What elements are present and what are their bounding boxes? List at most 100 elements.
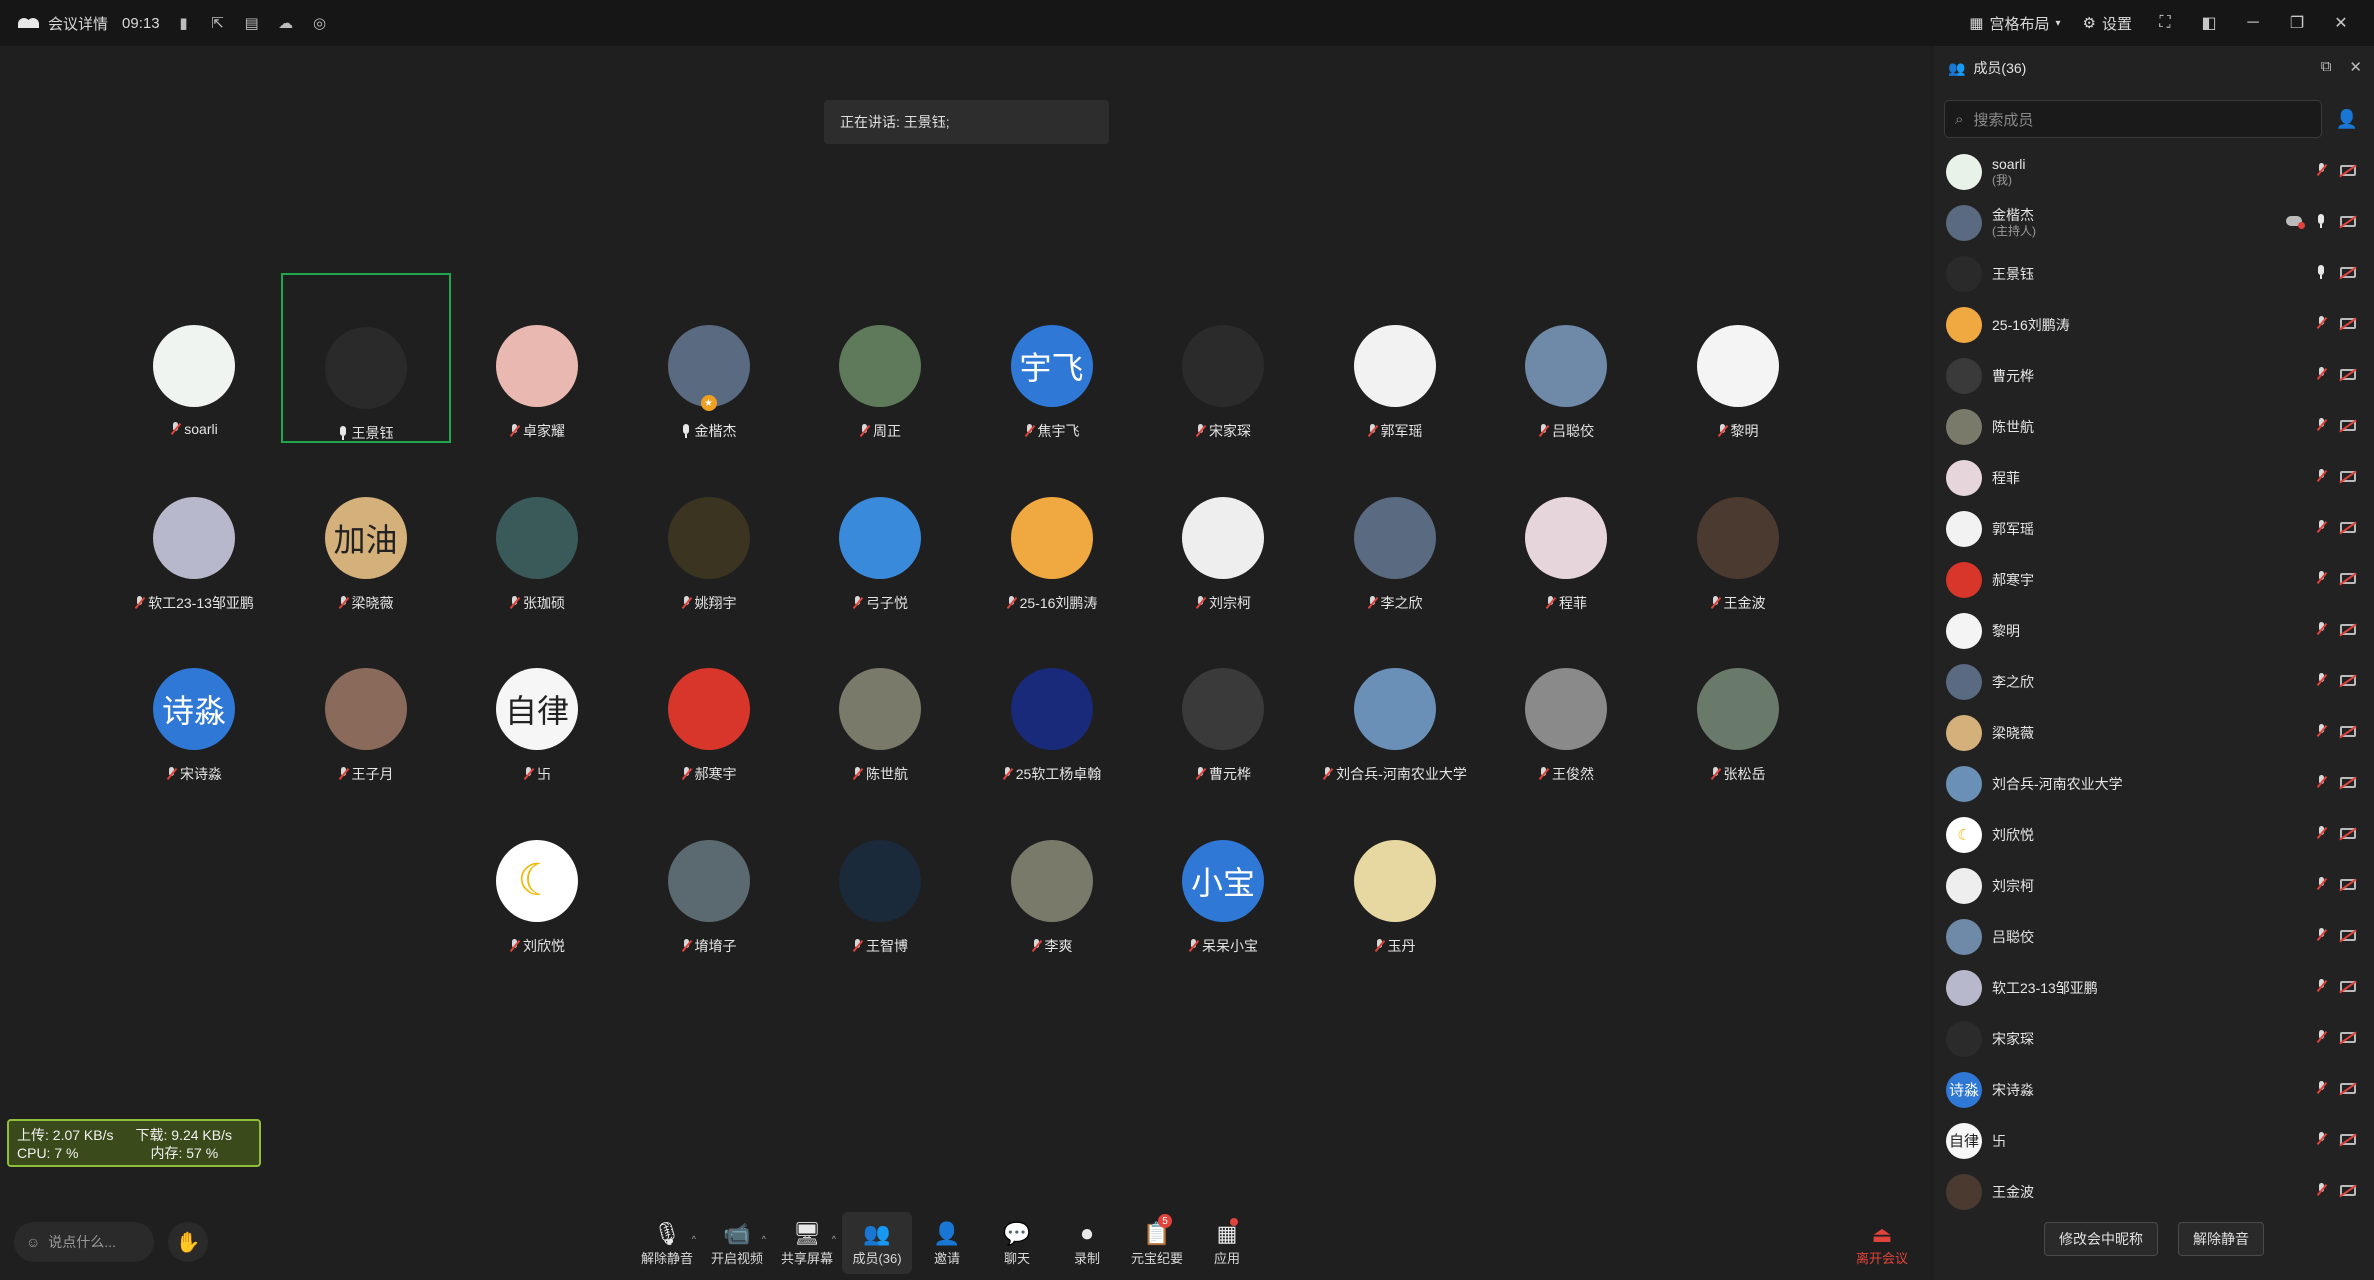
member-row[interactable]: 刘合兵-河南农业大学 — [1934, 758, 2374, 809]
toolbar-button[interactable]: 👥 成员(36) — [842, 1212, 912, 1274]
mic-muted-icon[interactable] — [2316, 622, 2326, 636]
participant-tile[interactable]: 卓家耀 — [452, 273, 622, 443]
member-row[interactable]: 宋家琛 — [1934, 1013, 2374, 1064]
member-search-input[interactable]: ⌕ 搜索成员 — [1944, 100, 2322, 138]
mic-muted-icon[interactable] — [2316, 1030, 2326, 1044]
participant-tile[interactable]: 堉堉子 — [624, 788, 794, 958]
mic-muted-icon[interactable] — [2316, 877, 2326, 891]
participant-tile[interactable]: ★ 金楷杰 — [624, 273, 794, 443]
toolbar-button[interactable]: 🖥 共享屏幕 ^ — [772, 1212, 842, 1274]
participant-tile[interactable]: 王景钰 — [280, 273, 451, 443]
member-row[interactable]: 诗淼 宋诗淼 — [1934, 1064, 2374, 1115]
member-row[interactable]: 王金波 — [1934, 1166, 2374, 1217]
camera-off-icon[interactable] — [2340, 215, 2356, 227]
chevron-up-icon[interactable]: ^ — [762, 1234, 766, 1244]
member-row[interactable]: 李之欣 — [1934, 656, 2374, 707]
camera-off-icon[interactable] — [2340, 929, 2356, 941]
toolbar-button[interactable]: 📋 元宝纪要 5 — [1122, 1212, 1192, 1274]
member-row[interactable]: 陈世航 — [1934, 401, 2374, 452]
mic-muted-icon[interactable] — [2316, 1081, 2326, 1095]
camera-off-icon[interactable] — [2340, 1184, 2356, 1196]
member-row[interactable]: 刘宗柯 — [1934, 860, 2374, 911]
toolbar-button[interactable]: ▦ 应用 — [1192, 1212, 1262, 1274]
unmute-button[interactable]: 解除静音 — [2178, 1222, 2264, 1256]
toolbar-button[interactable]: 👤 邀请 — [912, 1212, 982, 1274]
toolbar-button[interactable]: 📹 开启视频 ^ — [702, 1212, 772, 1274]
close-panel-icon[interactable]: ✕ — [2349, 58, 2362, 76]
layout-button[interactable]: ▦ 宫格布局 ▾ — [1961, 7, 2068, 39]
participant-tile[interactable]: 25软工杨卓翰 — [967, 616, 1137, 786]
camera-off-icon[interactable] — [2340, 164, 2356, 176]
toolbar-button[interactable]: 🎙 解除静音 ^ — [632, 1212, 702, 1274]
participant-tile[interactable]: 黎明 — [1653, 273, 1823, 443]
rename-button[interactable]: 修改会中昵称 — [2044, 1222, 2158, 1256]
member-row[interactable]: 曹元桦 — [1934, 350, 2374, 401]
participant-tile[interactable]: 诗淼 宋诗淼 — [109, 616, 279, 786]
member-row[interactable]: 金楷杰 (主持人) — [1934, 197, 2374, 248]
participant-tile[interactable]: 弓子悦 — [795, 445, 965, 615]
participant-tile[interactable]: 宇飞 焦宇飞 — [967, 273, 1137, 443]
participant-tile[interactable]: 张松岳 — [1653, 616, 1823, 786]
chevron-up-icon[interactable]: ^ — [832, 1234, 836, 1244]
camera-off-icon[interactable] — [2340, 368, 2356, 380]
camera-off-icon[interactable] — [2340, 572, 2356, 584]
record-status-icon[interactable]: ▤ — [242, 13, 262, 33]
member-row[interactable]: soarli (我) — [1934, 146, 2374, 197]
hide-icon[interactable]: ◎ — [310, 13, 330, 33]
participant-tile[interactable]: 李之欣 — [1310, 445, 1480, 615]
mic-muted-icon[interactable] — [2316, 163, 2326, 177]
member-row[interactable]: 郝寒宇 — [1934, 554, 2374, 605]
participant-tile[interactable]: 曹元桦 — [1138, 616, 1308, 786]
mic-icon[interactable] — [2316, 214, 2326, 228]
mic-muted-icon[interactable] — [2316, 1132, 2326, 1146]
participant-tile[interactable]: soarli — [109, 273, 279, 443]
restore-icon[interactable]: ❐ — [2278, 7, 2316, 39]
member-row[interactable]: 郭军瑶 — [1934, 503, 2374, 554]
participant-tile[interactable]: 姚翔宇 — [624, 445, 794, 615]
participant-tile[interactable]: 郭军瑶 — [1310, 273, 1480, 443]
member-row[interactable]: 黎明 — [1934, 605, 2374, 656]
camera-off-icon[interactable] — [2340, 1082, 2356, 1094]
camera-off-icon[interactable] — [2340, 521, 2356, 533]
fullscreen-icon[interactable]: ⛶ — [2146, 7, 2184, 39]
participant-tile[interactable]: 王智博 — [795, 788, 965, 958]
camera-off-icon[interactable] — [2340, 470, 2356, 482]
mic-muted-icon[interactable] — [2316, 928, 2326, 942]
mic-muted-icon[interactable] — [2316, 724, 2326, 738]
participant-tile[interactable]: 刘宗柯 — [1138, 445, 1308, 615]
member-row[interactable]: 吕聪佼 — [1934, 911, 2374, 962]
participant-tile[interactable]: 小宝 呆呆小宝 — [1138, 788, 1308, 958]
toolbar-button[interactable]: 💬 聊天 — [982, 1212, 1052, 1274]
member-row[interactable]: 软工23-13邹亚鹏 — [1934, 962, 2374, 1013]
participant-tile[interactable]: 王金波 — [1653, 445, 1823, 615]
member-row[interactable]: ☾ 刘欣悦 — [1934, 809, 2374, 860]
participant-tile[interactable]: ☾ 刘欣悦 — [452, 788, 622, 958]
participant-tile[interactable]: 自律卐 — [452, 616, 622, 786]
mic-muted-icon[interactable] — [2316, 367, 2326, 381]
mic-muted-icon[interactable] — [2316, 979, 2326, 993]
settings-button[interactable]: ⚙ 设置 — [2075, 7, 2140, 39]
participant-tile[interactable]: 加油 梁晓薇 — [281, 445, 451, 615]
participant-tile[interactable]: 软工23-13邹亚鹏 — [109, 445, 279, 615]
cloud-icon[interactable]: ☁ — [276, 13, 296, 33]
mic-muted-icon[interactable] — [2316, 1183, 2326, 1197]
signal-icon[interactable]: ▮ — [174, 13, 194, 33]
quick-chat-input[interactable]: ☺ 说点什么... — [14, 1222, 154, 1262]
member-row[interactable]: 自律卐 — [1934, 1115, 2374, 1166]
sidebar-toggle-icon[interactable]: ◧ — [2190, 7, 2228, 39]
camera-off-icon[interactable] — [2340, 623, 2356, 635]
mic-icon[interactable] — [2316, 265, 2326, 279]
camera-off-icon[interactable] — [2340, 1031, 2356, 1043]
participant-tile[interactable]: 刘合兵-河南农业大学 — [1310, 616, 1480, 786]
camera-off-icon[interactable] — [2340, 419, 2356, 431]
mic-muted-icon[interactable] — [2316, 418, 2326, 432]
minimize-icon[interactable]: ─ — [2234, 7, 2272, 39]
popout-icon[interactable]: ⧉ — [2321, 58, 2332, 76]
camera-off-icon[interactable] — [2340, 827, 2356, 839]
camera-off-icon[interactable] — [2340, 776, 2356, 788]
mic-muted-icon[interactable] — [2316, 520, 2326, 534]
camera-off-icon[interactable] — [2340, 878, 2356, 890]
member-row[interactable]: 25-16刘鹏涛 — [1934, 299, 2374, 350]
network-monitor[interactable]: 上传: 2.07 KB/s 下载: 9.24 KB/s CPU: 7 % 内存: 5… — [7, 1119, 261, 1167]
member-row[interactable]: 梁晓薇 — [1934, 707, 2374, 758]
